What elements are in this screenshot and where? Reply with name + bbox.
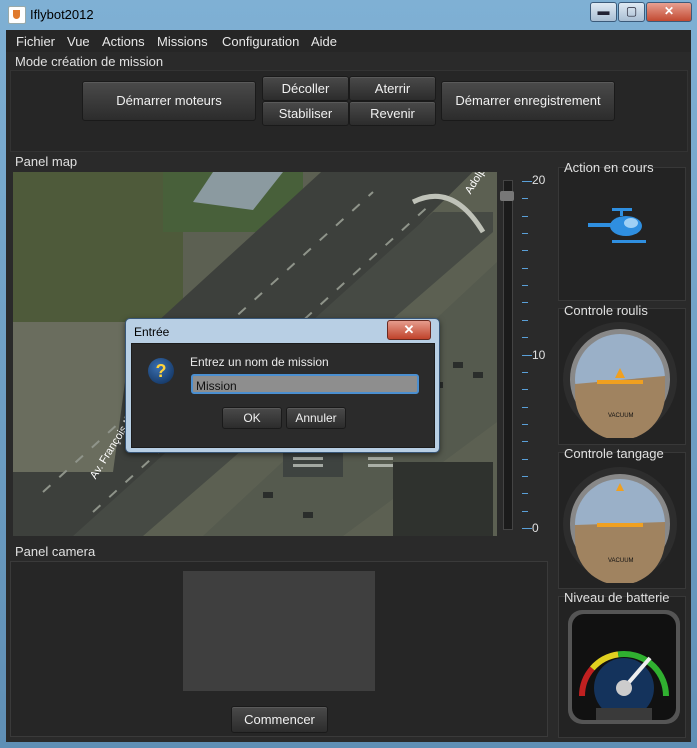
roll-control-label: Controle roulis — [564, 303, 648, 318]
zoom-label-min: 0 — [532, 521, 539, 535]
menu-fichier[interactable]: Fichier — [16, 34, 55, 49]
current-action-label: Action en cours — [564, 160, 654, 175]
menu-actions[interactable]: Actions — [102, 34, 145, 49]
ok-button[interactable]: OK — [222, 407, 282, 429]
menu-bar: Fichier Vue Actions Missions Configurati… — [6, 30, 691, 52]
takeoff-button[interactable]: Décoller — [262, 76, 349, 101]
cancel-button[interactable]: Annuler — [286, 407, 346, 429]
window-title: Iflybot2012 — [30, 7, 94, 22]
title-bar: Iflybot2012 ▬ ▢ ✕ — [0, 0, 697, 30]
zoom-tick — [522, 458, 528, 460]
mission-name-input[interactable]: Mission — [191, 374, 419, 394]
minimize-button[interactable]: ▬ — [590, 2, 617, 22]
dialog-prompt: Entrez un nom de mission — [190, 355, 329, 369]
zoom-tick — [522, 389, 528, 391]
start-recording-button[interactable]: Démarrer enregistrement — [441, 81, 615, 121]
zoom-tick — [522, 493, 528, 495]
roll-gauge-text: VACUUM — [608, 413, 634, 419]
camera-panel-label: Panel camera — [15, 544, 96, 559]
pitch-control-label: Controle tangage — [564, 446, 664, 461]
app-window: Iflybot2012 ▬ ▢ ✕ Fichier Vue Actions Mi… — [0, 0, 697, 748]
dialog-body: ? Entrez un nom de mission Mission OK An… — [131, 343, 435, 448]
battery-gauge — [568, 610, 680, 724]
zoom-tick — [522, 423, 528, 425]
pitch-gauge: VACUUM — [563, 467, 677, 583]
helicopter-icon — [588, 208, 646, 243]
zoom-tick — [522, 267, 528, 269]
zoom-slider-thumb[interactable] — [500, 191, 514, 201]
zoom-slider-track[interactable] — [503, 180, 513, 530]
map-panel-label: Panel map — [15, 154, 78, 169]
zoom-tick — [522, 406, 528, 408]
mission-creation-label: Mode création de mission — [15, 54, 164, 69]
pitch-gauge-text: VACUUM — [608, 558, 634, 564]
zoom-tick — [522, 354, 532, 356]
return-button[interactable]: Revenir — [349, 101, 436, 126]
dialog-close-button[interactable]: ✕ — [387, 320, 431, 340]
land-button[interactable]: Aterrir — [349, 76, 436, 101]
zoom-tick — [522, 198, 528, 200]
roll-gauge: VACUUM — [563, 322, 677, 438]
menu-vue[interactable]: Vue — [67, 34, 90, 49]
zoom-label-max: 20 — [532, 173, 546, 187]
menu-missions[interactable]: Missions — [157, 34, 208, 49]
stabilize-button[interactable]: Stabiliser — [262, 101, 349, 126]
zoom-tick — [522, 528, 532, 529]
dialog-title: Entrée — [134, 325, 170, 339]
question-icon: ? — [148, 358, 174, 384]
mission-name-dialog: Entrée ✕ ? Entrez un nom de mission Miss… — [125, 318, 440, 453]
start-motors-button[interactable]: Démarrer moteurs — [82, 81, 256, 121]
start-camera-button[interactable]: Commencer — [231, 706, 328, 733]
zoom-tick — [522, 319, 528, 321]
zoom-tick — [522, 250, 528, 252]
zoom-tick — [522, 233, 528, 235]
zoom-tick — [522, 181, 532, 182]
zoom-tick — [522, 371, 528, 373]
zoom-tick — [522, 510, 528, 512]
battery-label: Niveau de batterie — [564, 590, 670, 605]
zoom-tick — [522, 337, 528, 339]
zoom-tick — [522, 285, 528, 287]
maximize-button[interactable]: ▢ — [618, 2, 645, 22]
menu-aide[interactable]: Aide — [311, 34, 337, 49]
zoom-tick — [522, 441, 528, 443]
zoom-tick — [522, 302, 528, 304]
camera-view — [183, 571, 375, 691]
menu-configuration[interactable]: Configuration — [222, 34, 299, 49]
zoom-tick — [522, 215, 528, 217]
java-icon — [8, 6, 26, 24]
zoom-label-mid: 10 — [532, 348, 546, 362]
close-button[interactable]: ✕ — [646, 2, 692, 22]
zoom-tick — [522, 475, 528, 477]
